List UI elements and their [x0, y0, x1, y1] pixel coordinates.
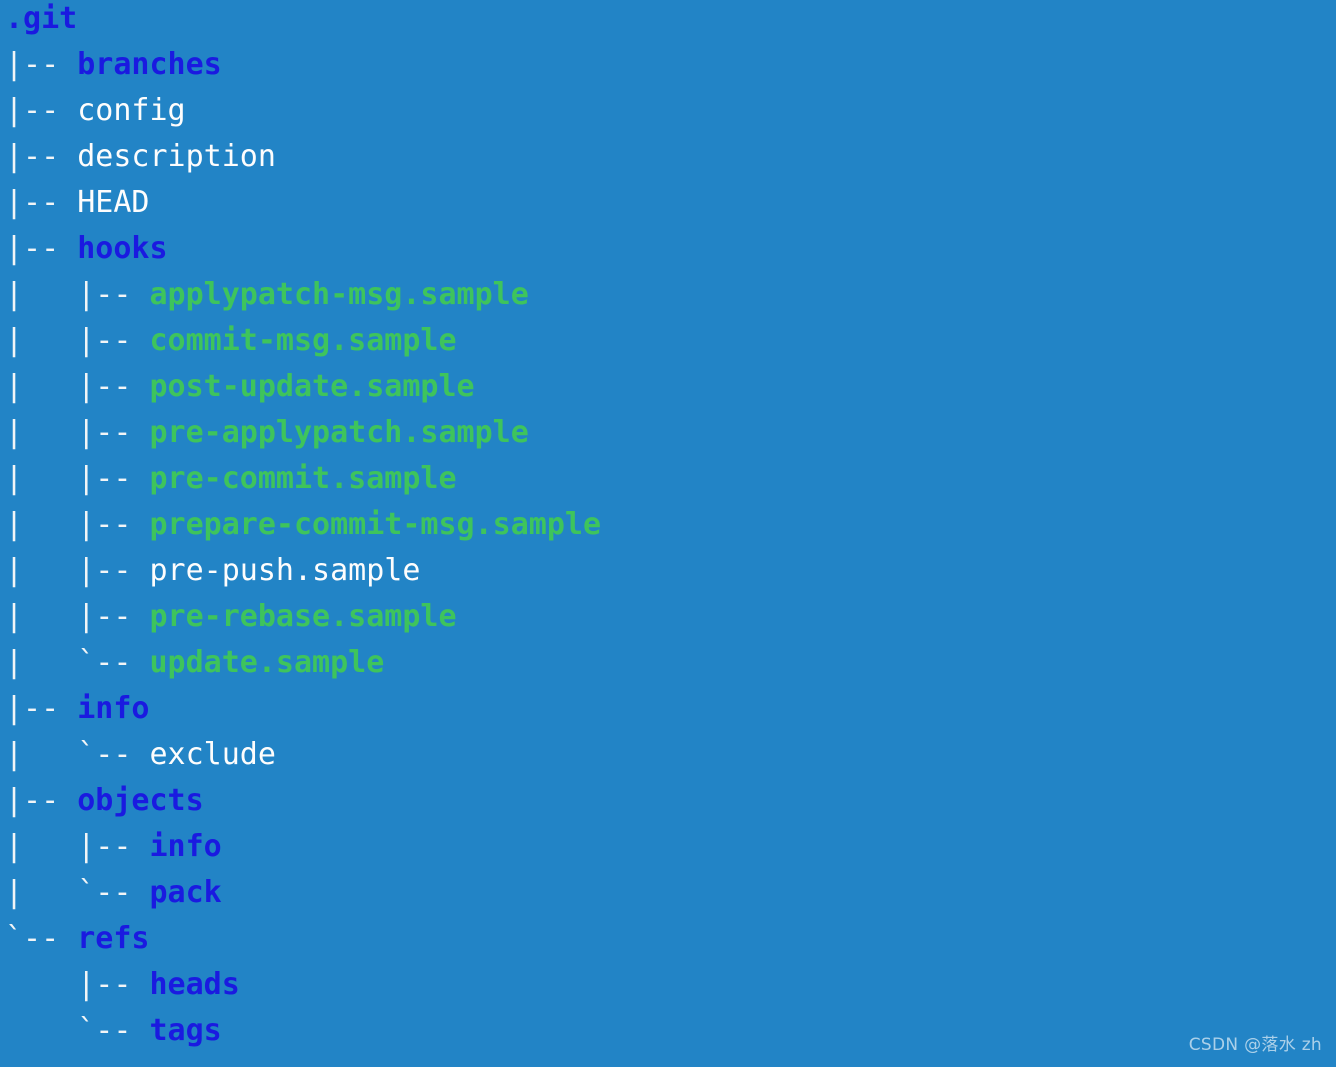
tree-directory-name: branches: [77, 47, 222, 82]
tree-row: | `-- update.sample: [5, 640, 601, 686]
tree-row: | |-- pre-push.sample: [5, 548, 601, 594]
watermark: CSDN @落水 zh: [1188, 1035, 1322, 1055]
tree-row: |-- objects: [5, 778, 601, 824]
tree-file-name: description: [77, 139, 276, 174]
tree-branch-glyph: |--: [5, 47, 78, 82]
tree-row: |-- config: [5, 88, 601, 134]
tree-file-name: pre-rebase.sample: [149, 599, 457, 634]
tree-file-name: applypatch-msg.sample: [149, 277, 529, 312]
tree-branch-glyph: | |--: [5, 323, 150, 358]
tree-row: | |-- post-update.sample: [5, 364, 601, 410]
tree-branch-glyph: |--: [5, 783, 78, 818]
tree-directory-name: tags: [149, 1013, 222, 1048]
tree-file-name: exclude: [149, 737, 276, 772]
tree-row: | |-- pre-commit.sample: [5, 456, 601, 502]
tree-branch-glyph: |--: [5, 231, 78, 266]
tree-directory-name: .git: [5, 1, 78, 36]
tree-file-name: update.sample: [149, 645, 385, 680]
tree-directory-name: refs: [77, 921, 150, 956]
tree-row: | |-- applypatch-msg.sample: [5, 272, 601, 318]
tree-row: |-- description: [5, 134, 601, 180]
tree-branch-glyph: `--: [5, 921, 78, 956]
tree-row: | |-- prepare-commit-msg.sample: [5, 502, 601, 548]
tree-branch-glyph: |--: [5, 185, 78, 220]
tree-branch-glyph: | `--: [5, 645, 150, 680]
tree-directory-name: objects: [77, 783, 204, 818]
tree-branch-glyph: | |--: [5, 461, 150, 496]
tree-row: `-- tags: [5, 1008, 601, 1054]
tree-row: | `-- exclude: [5, 732, 601, 778]
tree-row: .git: [5, 0, 601, 42]
tree-branch-glyph: | |--: [5, 599, 150, 634]
tree-row: | |-- commit-msg.sample: [5, 318, 601, 364]
tree-row: |-- hooks: [5, 226, 601, 272]
tree-file-name: pre-commit.sample: [149, 461, 457, 496]
tree-directory-name: heads: [149, 967, 240, 1002]
tree-branch-glyph: | `--: [5, 737, 150, 772]
tree-row: `-- refs: [5, 916, 601, 962]
tree-branch-glyph: |--: [5, 967, 150, 1002]
tree-file-name: config: [77, 93, 186, 128]
tree-directory-name: hooks: [77, 231, 168, 266]
tree-row: |-- HEAD: [5, 180, 601, 226]
tree-row: | |-- pre-rebase.sample: [5, 594, 601, 640]
tree-branch-glyph: | `--: [5, 875, 150, 910]
tree-file-name: prepare-commit-msg.sample: [149, 507, 602, 542]
tree-branch-glyph: | |--: [5, 277, 150, 312]
tree-row: |-- info: [5, 686, 601, 732]
tree-row: |-- branches: [5, 42, 601, 88]
tree-branch-glyph: | |--: [5, 829, 150, 864]
terminal-window: .git |-- branches |-- config |-- descriptio…: [0, 0, 1336, 1067]
tree-file-name: pre-applypatch.sample: [149, 415, 529, 450]
tree-row: | |-- pre-applypatch.sample: [5, 410, 601, 456]
tree-directory-name: info: [77, 691, 150, 726]
tree-file-name: pre-push.sample: [149, 553, 421, 588]
tree-directory-name: info: [149, 829, 222, 864]
tree-file-name: post-update.sample: [149, 369, 475, 404]
tree-branch-glyph: | |--: [5, 507, 150, 542]
tree-row: |-- heads: [5, 962, 601, 1008]
tree-row: | `-- pack: [5, 870, 601, 916]
tree-branch-glyph: | |--: [5, 415, 150, 450]
tree-output: .git |-- branches |-- config |-- descriptio…: [5, 0, 601, 1054]
tree-branch-glyph: |--: [5, 93, 78, 128]
tree-file-name: commit-msg.sample: [149, 323, 457, 358]
tree-branch-glyph: | |--: [5, 369, 150, 404]
tree-file-name: HEAD: [77, 185, 150, 220]
tree-branch-glyph: |--: [5, 139, 78, 174]
tree-row: | |-- info: [5, 824, 601, 870]
tree-branch-glyph: |--: [5, 691, 78, 726]
tree-branch-glyph: `--: [5, 1013, 150, 1048]
tree-branch-glyph: | |--: [5, 553, 150, 588]
tree-directory-name: pack: [149, 875, 222, 910]
